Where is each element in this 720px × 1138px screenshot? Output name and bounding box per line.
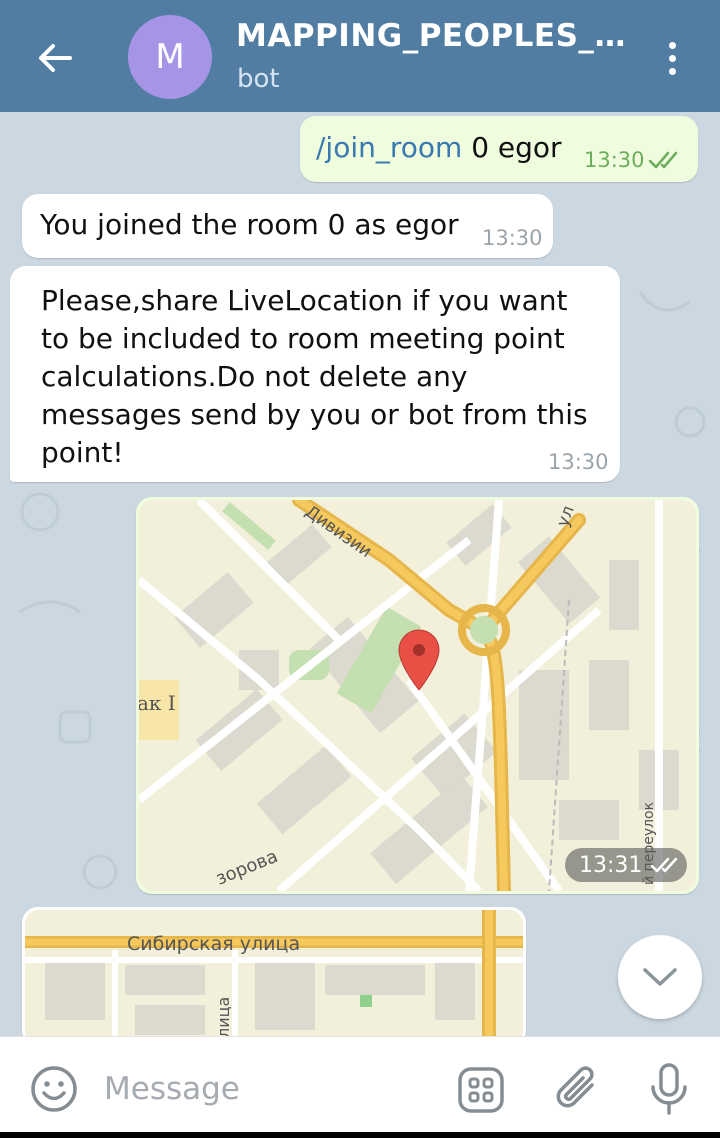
double-check-icon (651, 857, 678, 873)
navigation-bar-edge (0, 1132, 720, 1138)
map-image: Дивизии ул ак I й переулок зорова (139, 500, 696, 891)
map-preview[interactable]: Сибирская улица лица (25, 910, 523, 1044)
scroll-down-button[interactable] (618, 935, 702, 1019)
emoji-button[interactable] (28, 1063, 80, 1115)
message-text: /join_room 0 egor (316, 131, 562, 164)
map-label: ак I (139, 691, 176, 715)
smile-icon (31, 1066, 77, 1112)
bot-commands-button[interactable] (456, 1065, 506, 1115)
location-message-incoming[interactable]: Сибирская улица лица (22, 907, 526, 1047)
message-outgoing[interactable]: /join_room 0 egor 13:30 (300, 116, 698, 182)
chat-subtitle: bot (237, 64, 280, 94)
back-button[interactable] (30, 36, 80, 80)
map-time-badge: 13:31 (565, 848, 687, 882)
avatar-letter: M (155, 37, 185, 77)
paperclip-icon (556, 1066, 594, 1108)
chevron-down-icon (643, 968, 677, 986)
more-vertical-icon (668, 41, 676, 49)
double-check-icon (648, 151, 678, 169)
message-text: Please,share LiveLocation if you want to… (41, 284, 588, 469)
avatar[interactable]: M (128, 15, 212, 99)
location-message-outgoing[interactable]: Дивизии ул ак I й переулок зорова 13:31 (136, 497, 699, 894)
map-preview[interactable]: Дивизии ул ак I й переулок зорова 13:31 (139, 500, 696, 891)
attach-button[interactable] (552, 1063, 604, 1115)
chat-header: M MAPPING_PEOPLES_... bot (0, 0, 720, 112)
arrow-left-icon (39, 44, 72, 72)
more-menu-button[interactable] (654, 36, 690, 80)
chat-title[interactable]: MAPPING_PEOPLES_... (236, 18, 626, 54)
message-time: 13:30 (548, 450, 609, 474)
message-input[interactable] (104, 1067, 424, 1111)
map-label: Сибирская улица (127, 933, 300, 955)
message-time: 13:30 (584, 148, 645, 172)
message-time: 13:30 (482, 226, 543, 250)
grid-icon (458, 1067, 504, 1113)
microphone-icon (651, 1063, 687, 1115)
message-text: You joined the room 0 as egor (40, 208, 459, 241)
message-time: 13:31 (579, 852, 643, 878)
message-incoming[interactable]: Please,share LiveLocation if you want to… (10, 266, 620, 482)
message-incoming[interactable]: You joined the room 0 as egor 13:30 (22, 194, 553, 258)
voice-record-button[interactable] (644, 1061, 694, 1117)
map-label: лица (214, 997, 233, 1038)
bot-command-link[interactable]: /join_room (316, 131, 462, 164)
map-image: Сибирская улица лица (25, 910, 523, 1044)
message-composer (0, 1036, 720, 1138)
